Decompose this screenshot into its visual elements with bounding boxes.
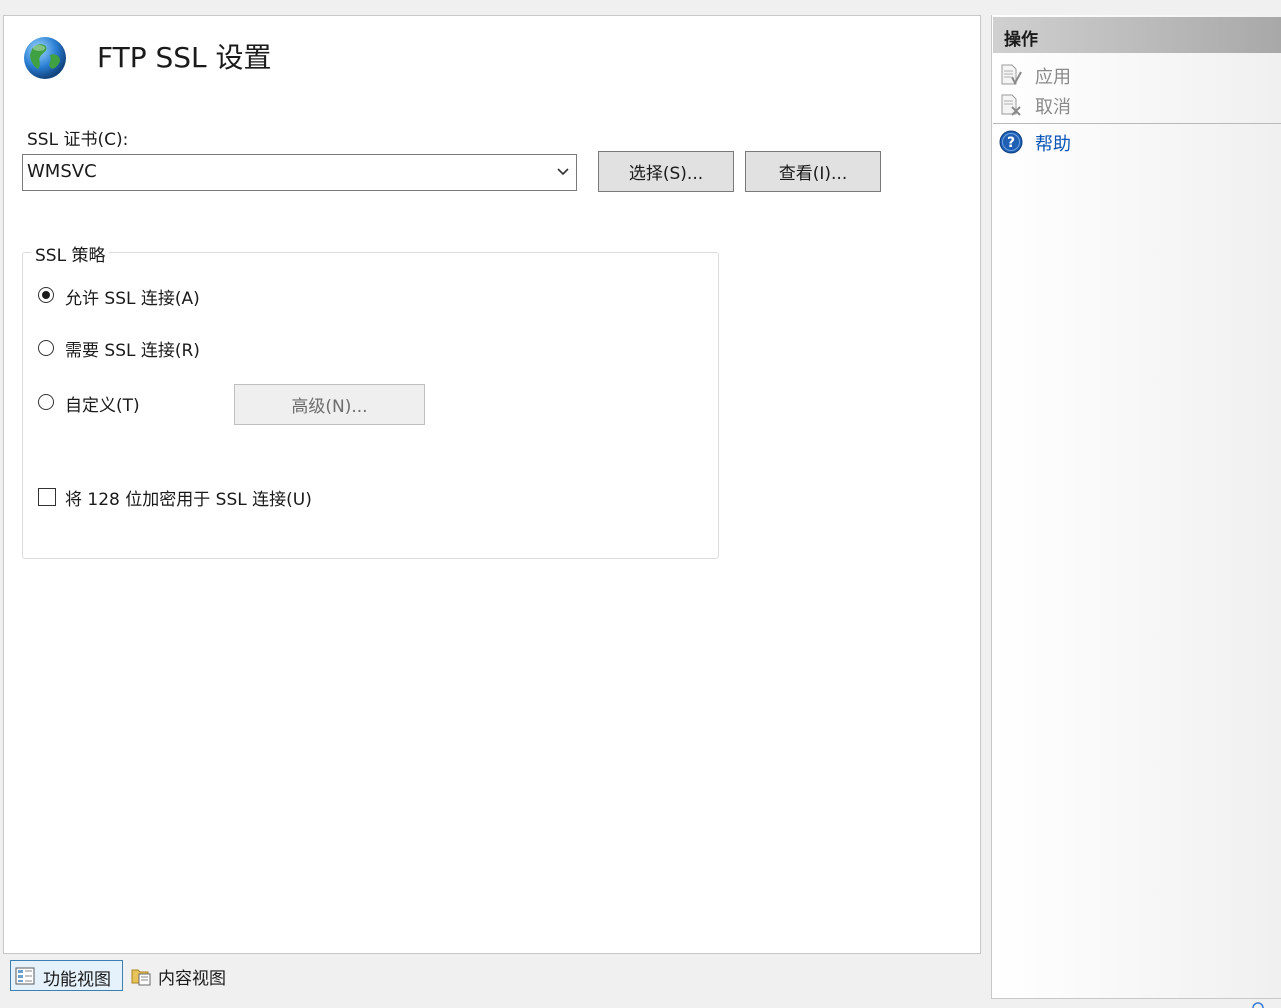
actions-pane (991, 15, 1281, 999)
globe-icon (24, 37, 66, 79)
feature-view-icon (15, 967, 35, 985)
tab-content-view[interactable]: 内容视图 (128, 960, 238, 991)
allow-ssl-radio[interactable] (38, 287, 54, 303)
ssl-cert-label: SSL 证书(C): (27, 130, 129, 150)
cancel-label: 取消 (1035, 97, 1071, 118)
advanced-button[interactable]: 高级(N)... (234, 384, 425, 425)
content-view-icon (131, 969, 151, 986)
apply-action[interactable]: 应用 (999, 61, 1269, 89)
custom-ssl-label[interactable]: 自定义(T) (65, 391, 140, 416)
use-128-bit-label[interactable]: 将 128 位加密用于 SSL 连接(U) (65, 485, 312, 510)
ssl-cert-value: WMSVC (27, 161, 97, 182)
use-128-bit-checkbox[interactable] (38, 488, 56, 506)
require-ssl-radio[interactable] (38, 340, 54, 356)
allow-ssl-label[interactable]: 允许 SSL 连接(A) (65, 284, 200, 309)
ssl-policy-legend: SSL 策略 (31, 241, 110, 266)
view-cert-button[interactable]: 查看(I)... (745, 151, 881, 192)
require-ssl-label[interactable]: 需要 SSL 连接(R) (65, 336, 200, 361)
tab-feature-view[interactable]: 功能视图 (10, 960, 123, 991)
apply-label: 应用 (1035, 67, 1071, 88)
apply-icon (1001, 64, 1022, 86)
chevron-down-icon (557, 168, 569, 176)
actions-header: 操作 (993, 17, 1281, 53)
resize-grip-icon (1252, 1002, 1264, 1008)
help-action[interactable]: ? 帮助 (999, 128, 1269, 156)
help-icon: ? (999, 130, 1023, 154)
actions-divider (993, 123, 1281, 124)
actions-title: 操作 (1004, 30, 1038, 50)
page-title: FTP SSL 设置 (97, 41, 272, 74)
radio-selected-dot (42, 291, 50, 299)
custom-ssl-radio[interactable] (38, 394, 54, 410)
cancel-action[interactable]: 取消 (999, 91, 1269, 119)
ssl-cert-dropdown[interactable]: WMSVC (22, 154, 577, 191)
help-label: 帮助 (1035, 134, 1071, 155)
feature-view-label: 功能视图 (43, 970, 111, 990)
select-cert-button[interactable]: 选择(S)... (598, 151, 734, 192)
content-view-label: 内容视图 (158, 969, 226, 989)
cancel-icon (1001, 94, 1021, 116)
svg-text:?: ? (1007, 135, 1015, 151)
